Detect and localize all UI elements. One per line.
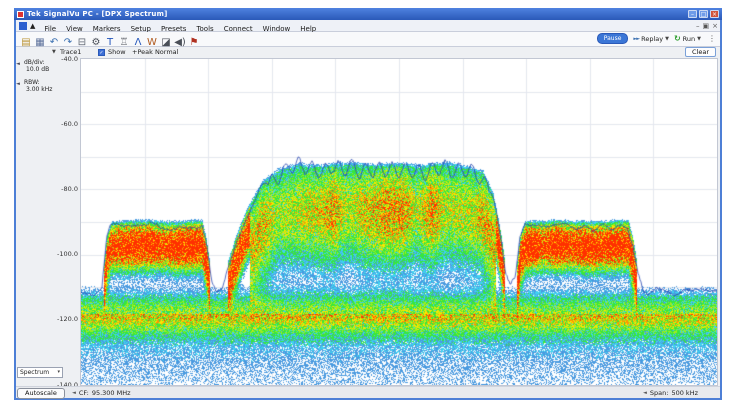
toolbar-icons: ▤▦↶↷⊟⚙T♖ΛW◪◀)⚑ — [19, 30, 201, 49]
cf-label: CF: — [79, 389, 89, 397]
detection-selector[interactable]: +Peak Normal — [132, 48, 178, 56]
autoscale-button[interactable]: Autoscale — [17, 388, 65, 399]
mdi-restore-button[interactable]: ▣ — [703, 21, 710, 31]
span-value: 500 kHz — [671, 389, 698, 397]
y-tick--120.0: -120.0 — [38, 315, 78, 323]
db-div-value[interactable]: 10.0 dB — [26, 66, 49, 73]
show-label: Show — [108, 48, 126, 56]
rbw-label: RBW: — [24, 79, 52, 86]
rbw-spinner-icon[interactable]: ◄ — [16, 81, 20, 88]
mdi-close-button[interactable]: × — [712, 21, 718, 31]
trace-settings-row: ▼ Trace1 ✓ Show +Peak Normal Clear — [16, 47, 720, 58]
minimize-button[interactable]: – — [688, 10, 697, 18]
screenshot-stage: Tek SignalVu PC - [DPX Spectrum] – □ × ▲… — [0, 0, 733, 408]
view-selector-arrow-icon: ▾ — [57, 368, 60, 377]
replay-icon: ►► — [633, 36, 639, 42]
y-tick--60.0: -60.0 — [38, 120, 78, 128]
spectrum-plot[interactable] — [80, 58, 718, 386]
replay-dropdown-arrow-icon[interactable]: ▼ — [665, 36, 669, 42]
span-label: Span: — [650, 389, 669, 397]
db-div-spinner-icon[interactable]: ◄ — [16, 61, 20, 68]
replay-button[interactable]: ►► Replay ▼ — [633, 35, 669, 43]
pause-button[interactable]: Pause — [597, 33, 629, 44]
run-icon: ↻ — [674, 34, 681, 43]
show-checkbox[interactable]: ✓ — [98, 49, 105, 56]
rbw-value[interactable]: 3.00 kHz — [26, 86, 52, 93]
center-frequency-readout[interactable]: ◄ CF: 95.300 MHz — [72, 389, 131, 397]
run-button[interactable]: ↻ Run ▼ — [674, 34, 701, 43]
y-tick--80.0: -80.0 — [38, 185, 78, 193]
span-marker-icon: ◄ — [643, 390, 647, 396]
y-tick--40.0: -40.0 — [38, 55, 78, 63]
app-window: Tek SignalVu PC - [DPX Spectrum] – □ × ▲… — [14, 8, 722, 400]
dpx-bitmap-canvas[interactable] — [81, 59, 717, 385]
window-system-icon[interactable] — [19, 22, 27, 30]
span-readout[interactable]: ◄ Span: 500 kHz — [643, 389, 698, 397]
cf-value: 95.300 MHz — [92, 389, 131, 397]
close-button[interactable]: × — [710, 10, 719, 18]
child-window-icon[interactable]: ▲ — [30, 22, 35, 30]
run-dropdown-arrow-icon[interactable]: ▼ — [697, 36, 701, 42]
clear-button[interactable]: Clear — [685, 47, 716, 57]
view-selector-dropdown[interactable]: Spectrum ▾ — [17, 367, 63, 378]
main-content: ▼ Trace1 ✓ Show +Peak Normal Clear ◄ dB/… — [16, 47, 720, 398]
app-logo-icon — [17, 11, 24, 18]
status-bar: Autoscale ◄ CF: 95.300 MHz ◄ Span: 500 k… — [16, 386, 720, 398]
rbw-setting[interactable]: ◄ RBW: 3.00 kHz — [17, 79, 52, 93]
toolbar: ▤▦↶↷⊟⚙T♖ΛW◪◀)⚑ Pause ►► Replay ▼ ↻ Run ▼… — [16, 32, 720, 47]
more-options-icon[interactable]: ⋮ — [708, 34, 716, 43]
cf-marker-icon: ◄ — [72, 390, 76, 396]
maximize-button[interactable]: □ — [699, 10, 708, 18]
y-tick--100.0: -100.0 — [38, 250, 78, 258]
mdi-minimize-button[interactable]: – — [696, 21, 700, 31]
